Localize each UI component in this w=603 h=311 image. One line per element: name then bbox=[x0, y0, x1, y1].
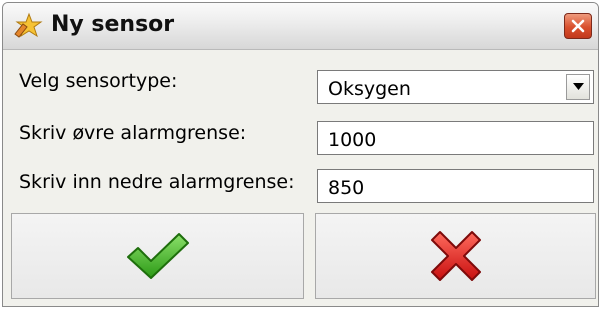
cancel-button[interactable] bbox=[315, 213, 596, 299]
ok-button[interactable] bbox=[11, 213, 304, 299]
window-title: Ny sensor bbox=[51, 12, 175, 37]
sensor-type-label: Velg sensortype: bbox=[19, 70, 178, 92]
upper-alarm-value: 1000 bbox=[328, 129, 377, 151]
dropdown-button[interactable] bbox=[566, 74, 590, 100]
close-icon bbox=[571, 19, 585, 33]
red-x-icon bbox=[430, 231, 481, 281]
close-button[interactable] bbox=[564, 13, 592, 39]
chevron-down-icon bbox=[573, 83, 584, 90]
upper-alarm-input[interactable]: 1000 bbox=[317, 121, 594, 155]
title-bar[interactable]: Ny sensor bbox=[3, 3, 598, 50]
lower-alarm-value: 850 bbox=[328, 177, 365, 199]
checkmark-icon bbox=[126, 233, 189, 279]
sensor-star-icon bbox=[13, 12, 43, 40]
upper-alarm-label: Skriv øvre alarmgrense: bbox=[19, 122, 247, 144]
lower-alarm-label: Skriv inn nedre alarmgrense: bbox=[19, 171, 295, 193]
sensor-type-value: Oksygen bbox=[328, 78, 411, 100]
lower-alarm-input[interactable]: 850 bbox=[317, 169, 594, 203]
sensor-type-select[interactable]: Oksygen bbox=[317, 70, 594, 104]
dialog-window: Ny sensor Velg sensortype: Oksygen Skriv… bbox=[2, 2, 599, 307]
